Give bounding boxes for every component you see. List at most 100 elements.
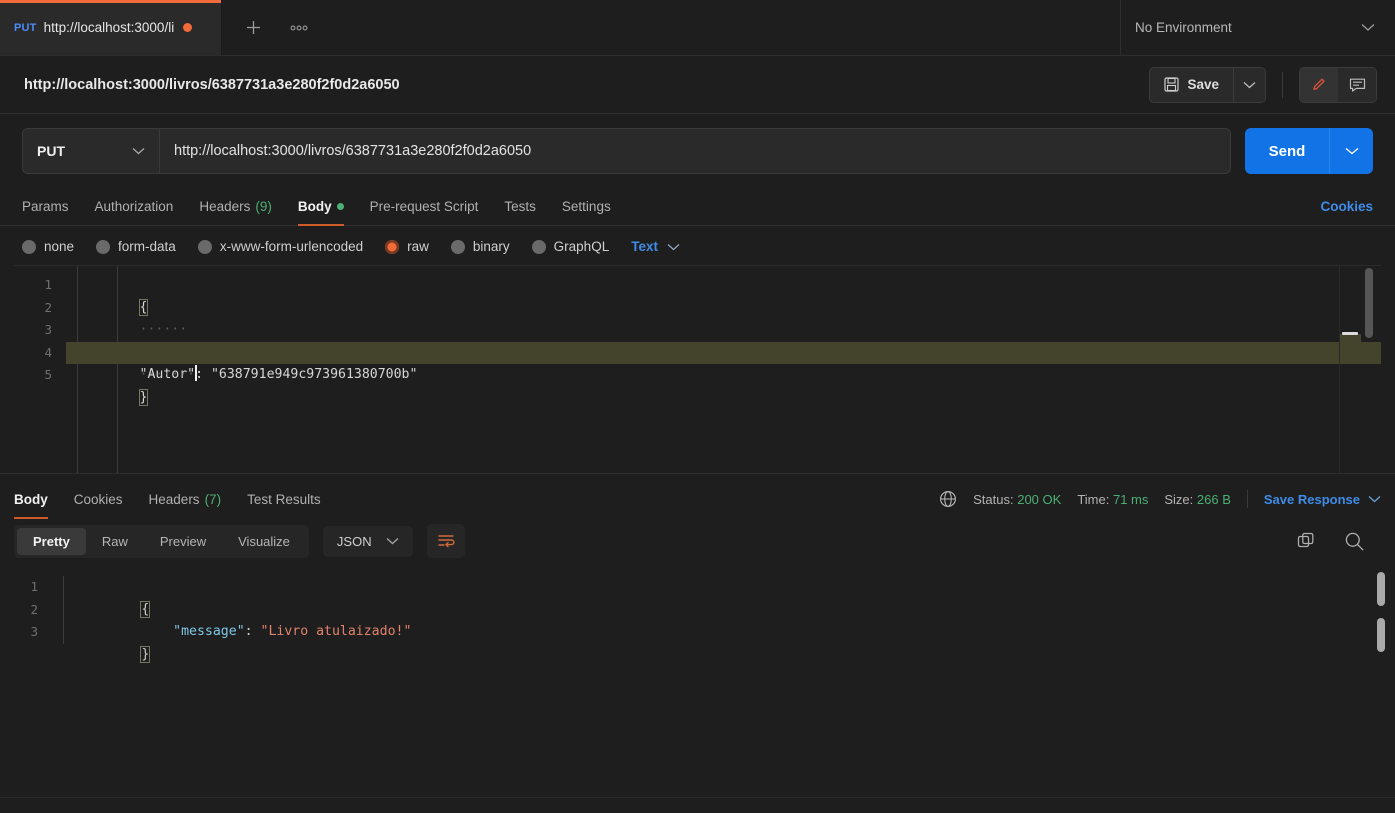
tab-params[interactable]: Params — [22, 199, 82, 225]
request-tab[interactable]: PUT http://localhost:3000/li — [0, 0, 222, 55]
url-bar: PUT Send — [0, 114, 1395, 186]
scrollbar-thumb[interactable] — [1365, 268, 1373, 338]
edit-button[interactable] — [1300, 67, 1338, 102]
save-response-button[interactable]: Save Response — [1264, 492, 1381, 507]
search-icon[interactable] — [1344, 531, 1365, 552]
response-tab-test-results[interactable]: Test Results — [234, 492, 334, 518]
tab-body[interactable]: Body — [285, 199, 357, 226]
status-bar — [0, 797, 1395, 813]
body-format-label: Text — [631, 239, 658, 254]
tab-headers[interactable]: Headers (9) — [186, 199, 285, 225]
chevron-down-icon — [386, 537, 399, 545]
code-line: } — [66, 364, 1381, 406]
json-close-brace: } — [138, 388, 149, 406]
tab-method-label: PUT — [14, 21, 37, 34]
tab-settings[interactable]: Settings — [549, 199, 624, 225]
body-type-none[interactable]: none — [22, 239, 74, 254]
save-button[interactable]: Save — [1150, 68, 1233, 102]
request-section-tabs: Params Authorization Headers (9) Body Pr… — [0, 186, 1395, 226]
size-text: Size: 266 B — [1164, 492, 1231, 507]
tab-params-label: Params — [22, 199, 69, 214]
radio-icon — [96, 239, 111, 254]
response-body-viewer[interactable]: 1 2 3 { "message": "Livro atulaizado!" } — [0, 566, 1395, 797]
response-toolbar: Pretty Raw Preview Visualize JSON — [0, 518, 1395, 566]
send-dropdown-button[interactable] — [1329, 128, 1373, 174]
environment-selector[interactable]: No Environment — [1120, 0, 1395, 55]
line-number: 3 — [30, 624, 38, 639]
response-toolbar-actions — [1297, 531, 1381, 552]
request-body-editor[interactable]: 1 2 3 4 5 { ······ ····|···· "Autor": "6… — [14, 265, 1381, 473]
size-value: 266 B — [1196, 491, 1231, 507]
chevron-down-icon — [132, 147, 145, 155]
send-button[interactable]: Send — [1245, 128, 1329, 174]
json-value: "Livro atulaizado!" — [260, 624, 412, 639]
json-colon: : — [244, 624, 261, 639]
view-preview[interactable]: Preview — [144, 528, 222, 555]
tab-authorization[interactable]: Authorization — [82, 199, 187, 225]
tab-headers-count: (9) — [255, 199, 272, 214]
code-line: { — [52, 576, 1395, 618]
http-method-label: PUT — [37, 143, 65, 159]
response-tab-body[interactable]: Body — [14, 492, 61, 519]
size-label: Size: — [1164, 491, 1194, 507]
comment-button[interactable] — [1338, 67, 1376, 102]
editor-scrollbar[interactable] — [1361, 266, 1377, 473]
status-label: Status: — [973, 491, 1014, 507]
body-format-selector[interactable]: Text — [631, 239, 680, 254]
view-visualize[interactable]: Visualize — [222, 528, 306, 555]
response-line-numbers: 1 2 3 — [0, 566, 52, 797]
tab-tests[interactable]: Tests — [491, 199, 549, 225]
line-number: 1 — [30, 579, 38, 594]
body-type-graphql-label: GraphQL — [553, 239, 610, 254]
response-section-tabs: Body Cookies Headers (7) Test Results St… — [0, 474, 1395, 519]
comment-icon — [1349, 77, 1366, 93]
response-format-selector[interactable]: JSON — [322, 525, 413, 557]
line-number: 4 — [44, 344, 52, 360]
view-raw[interactable]: Raw — [86, 528, 144, 555]
line-number: 2 — [30, 601, 38, 617]
page-title: http://localhost:3000/livros/6387731a3e2… — [24, 76, 400, 93]
tab-strip: PUT http://localhost:3000/li No Environm… — [0, 0, 1395, 56]
copy-icon[interactable] — [1297, 532, 1316, 551]
floppy-disk-icon — [1164, 77, 1180, 92]
response-tab-cookies[interactable]: Cookies — [61, 492, 136, 518]
response-scrollbar[interactable] — [1373, 566, 1389, 797]
body-type-none-label: none — [44, 239, 75, 254]
save-response-label: Save Response — [1263, 491, 1360, 507]
response-tab-cookies-label: Cookies — [73, 492, 123, 507]
response-format-label: JSON — [336, 533, 372, 549]
divider — [1246, 490, 1248, 508]
body-type-raw[interactable]: raw — [385, 239, 429, 254]
pencil-icon — [1311, 76, 1328, 93]
plus-icon[interactable] — [240, 15, 266, 41]
response-panel: Body Cookies Headers (7) Test Results St… — [0, 473, 1395, 813]
radio-icon — [531, 239, 546, 254]
tab-body-label: Body — [297, 199, 332, 214]
body-type-form-data[interactable]: form-data — [96, 239, 176, 254]
view-pretty[interactable]: Pretty — [17, 527, 86, 555]
ellipsis-icon[interactable] — [286, 15, 312, 41]
radio-icon — [22, 239, 36, 254]
code-line-current: ······· — [66, 341, 1381, 382]
tab-pre-request-script[interactable]: Pre-request Script — [357, 199, 492, 225]
http-method-selector[interactable]: PUT — [22, 128, 159, 174]
save-dropdown-button[interactable] — [1233, 67, 1265, 102]
word-wrap-button[interactable] — [426, 524, 465, 558]
url-input[interactable] — [159, 128, 1231, 174]
scrollbar-thumb[interactable] — [1377, 572, 1385, 606]
postman-window: PUT http://localhost:3000/li No Environm… — [0, 0, 1395, 813]
body-type-graphql[interactable]: GraphQL — [531, 239, 610, 254]
request-code-area[interactable]: { ······ ····|···· "Autor": "638791e949c… — [66, 266, 1381, 473]
radio-icon — [450, 239, 465, 254]
radio-selected-icon — [385, 239, 400, 254]
code-line: ······ — [66, 297, 1381, 337]
scrollbar-thumb-secondary[interactable] — [1377, 618, 1385, 652]
cookies-link[interactable]: Cookies — [1320, 199, 1373, 225]
save-group: Save — [1149, 66, 1266, 103]
response-tab-headers[interactable]: Headers (7) — [136, 492, 235, 518]
body-type-options: none form-data x-www-form-urlencoded raw… — [0, 226, 1395, 265]
editor-minimap[interactable] — [1339, 266, 1361, 473]
minimap-current-line — [1340, 334, 1361, 356]
body-type-binary[interactable]: binary — [450, 239, 510, 254]
body-type-urlencoded[interactable]: x-www-form-urlencoded — [197, 239, 363, 254]
